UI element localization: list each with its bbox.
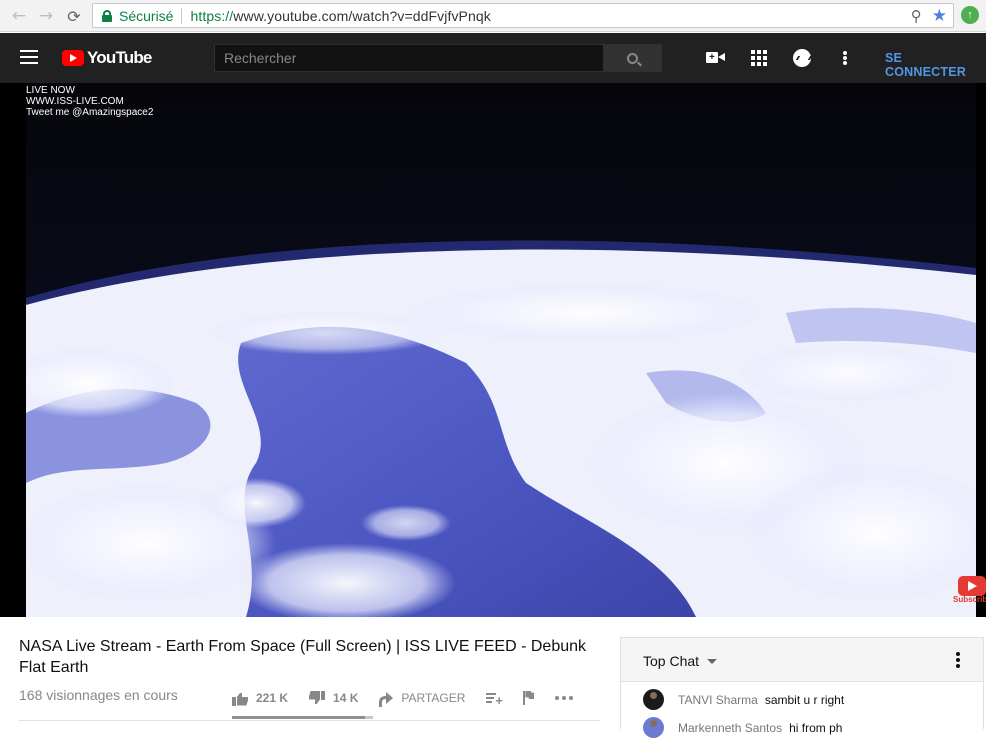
avatar[interactable] [643, 689, 664, 710]
search-icon [627, 52, 638, 64]
like-count: 221 K [256, 691, 289, 705]
like-button[interactable]: 221 K [232, 691, 288, 706]
address-bar[interactable]: Sécurisé https://www.youtube.com/watch?v… [92, 3, 954, 28]
zoom-icon[interactable]: ⚲ [911, 7, 922, 25]
chat-mode-selector[interactable]: Top Chat [643, 653, 699, 669]
subscribe-watermark[interactable]: Subscribe [953, 576, 986, 604]
reload-icon: ⟳ [67, 6, 81, 26]
report-button[interactable] [523, 691, 534, 705]
back-button[interactable]: ← [8, 5, 30, 27]
more-vert-icon[interactable] [843, 51, 847, 65]
youtube-play-icon [958, 576, 986, 596]
stream-overlay-text: LIVE NOW WWW.ISS-LIVE.COM Tweet me @Amaz… [26, 85, 153, 118]
messages-icon[interactable] [793, 49, 811, 67]
chat-menu-icon[interactable] [956, 652, 960, 668]
secure-label: Sécurisé [119, 7, 174, 24]
more-actions-button[interactable] [555, 696, 574, 700]
search-button[interactable] [603, 44, 662, 72]
signin-button[interactable]: SE CONNECTER [885, 51, 986, 79]
bookmark-star-icon[interactable]: ★ [932, 6, 947, 26]
sentiment-bar [232, 716, 373, 719]
chat-message: Markenneth Santos hi from ph [643, 717, 842, 738]
overlay-line: LIVE NOW [26, 85, 75, 96]
logo-text: YouTube [87, 48, 152, 67]
subscribe-label: Subscribe [953, 595, 986, 604]
youtube-play-icon [62, 50, 84, 66]
thumb-down-icon [309, 691, 325, 706]
lock-icon [102, 9, 112, 22]
chat-text: sambit u r right [764, 692, 845, 707]
flag-icon [523, 691, 534, 705]
add-to-playlist-button[interactable]: + [486, 692, 503, 707]
forward-button[interactable]: → [35, 5, 57, 27]
reload-button[interactable]: ⟳ [63, 5, 85, 27]
arrow-left-icon: ← [11, 6, 27, 26]
earth-from-space-image [26, 83, 976, 617]
share-button[interactable]: PARTAGER [379, 691, 466, 707]
video-player[interactable]: LIVE NOW WWW.ISS-LIVE.COM Tweet me @Amaz… [0, 83, 986, 617]
live-chat-panel: Top Chat TANVI Sharma sambit u r right M… [620, 637, 984, 738]
view-count: 168 visionnages en cours [19, 687, 178, 703]
video-actions: 221 K 14 K PARTAGER + [232, 686, 594, 710]
avatar[interactable] [643, 717, 664, 738]
browser-toolbar: ← → ⟳ Sécurisé https://www.youtube.com/w… [0, 0, 986, 32]
menu-icon[interactable] [20, 50, 38, 64]
more-horiz-icon [555, 696, 574, 700]
omnibox-divider [181, 7, 183, 24]
search-placeholder: Rechercher [224, 50, 297, 66]
thumb-up-icon [232, 691, 248, 706]
youtube-header: YouTube Rechercher + SE CONNECTER [0, 33, 986, 83]
url-text: https://www.youtube.com/watch?v=ddFvjfvP… [190, 7, 491, 24]
dislike-button[interactable]: 14 K [309, 691, 358, 706]
upload-video-icon[interactable]: + [706, 48, 726, 68]
chat-author[interactable]: TANVI Sharma [678, 693, 758, 707]
info-divider [19, 720, 600, 721]
dislike-count: 14 K [333, 691, 359, 705]
apps-grid-icon[interactable] [749, 48, 769, 68]
extension-icon[interactable]: ↑ [961, 6, 979, 24]
chat-text: hi from ph [789, 720, 843, 735]
youtube-logo[interactable]: YouTube [62, 48, 152, 68]
dropdown-caret-icon[interactable] [707, 659, 717, 664]
overlay-line: WWW.ISS-LIVE.COM [26, 96, 124, 107]
overlay-line: Tweet me @Amazingspace2 [26, 107, 154, 118]
search-input[interactable]: Rechercher [214, 44, 604, 72]
video-title: NASA Live Stream - Earth From Space (Ful… [19, 638, 587, 676]
playlist-add-icon: + [486, 692, 503, 707]
chat-message: TANVI Sharma sambit u r right [643, 689, 844, 710]
arrow-right-icon: → [38, 6, 54, 26]
share-icon [379, 692, 394, 707]
sentiment-bar-fill [232, 716, 365, 719]
share-label: PARTAGER [401, 691, 466, 705]
chat-author[interactable]: Markenneth Santos [678, 721, 782, 735]
chat-header: Top Chat [621, 638, 983, 682]
